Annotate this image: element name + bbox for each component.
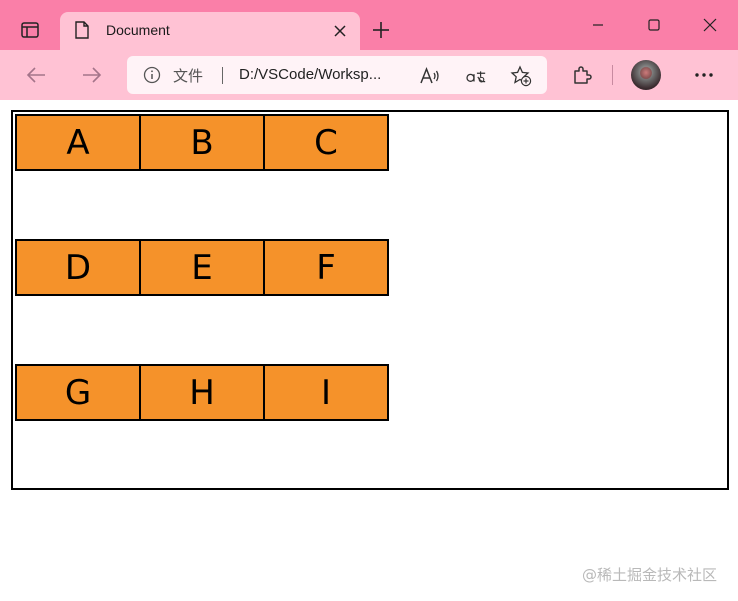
profile-avatar[interactable] (631, 60, 661, 90)
browser-titlebar: Document (0, 0, 738, 50)
back-arrow-icon[interactable] (24, 63, 48, 87)
grid-container: A B C D E F G H I (11, 110, 729, 490)
grid-item-e: E (139, 239, 265, 296)
grid-item-h: H (139, 364, 265, 421)
browser-tab[interactable]: Document (60, 12, 360, 50)
forward-arrow-icon[interactable] (80, 63, 104, 87)
tab-actions-button[interactable] (10, 14, 50, 46)
read-aloud-button[interactable] (419, 65, 441, 87)
grid-item-f: F (263, 239, 389, 296)
tab-actions-icon (21, 22, 39, 38)
grid-item-c: C (263, 114, 389, 171)
star-add-icon (510, 65, 532, 87)
grid-item-d: D (15, 239, 141, 296)
address-divider (222, 67, 223, 84)
new-tab-icon[interactable] (372, 21, 390, 39)
maximize-button[interactable] (626, 0, 682, 50)
tab-title: Document (106, 22, 170, 38)
translate-button[interactable] (465, 65, 487, 87)
close-tab-icon[interactable] (334, 25, 346, 37)
address-bar[interactable]: 文件 D:/VSCode/Worksp... (127, 56, 547, 94)
grid-item-g: G (15, 364, 141, 421)
toolbar-divider (612, 65, 613, 85)
read-aloud-icon (420, 66, 439, 84)
browser-toolbar: 文件 D:/VSCode/Worksp... (0, 50, 738, 100)
add-favorite-button[interactable] (510, 65, 532, 87)
minimize-icon (593, 24, 603, 26)
translate-icon (466, 71, 486, 83)
more-options-button[interactable] (692, 64, 716, 86)
info-icon[interactable] (143, 66, 161, 84)
more-dots-icon (695, 73, 713, 77)
close-icon (703, 18, 717, 32)
minimize-button[interactable] (570, 0, 626, 50)
extensions-icon[interactable] (571, 64, 593, 86)
watermark: @稀土掘金技术社区 (582, 566, 718, 584)
grid-item-i: I (263, 364, 389, 421)
document-icon (75, 21, 89, 39)
maximize-icon (648, 19, 660, 31)
url-text[interactable]: D:/VSCode/Worksp... (239, 66, 381, 83)
site-label: 文件 (173, 67, 204, 85)
grid-item-b: B (139, 114, 265, 171)
close-window-button[interactable] (682, 0, 738, 50)
grid-item-a: A (15, 114, 141, 171)
page-viewport: A B C D E F G H I (0, 100, 738, 601)
